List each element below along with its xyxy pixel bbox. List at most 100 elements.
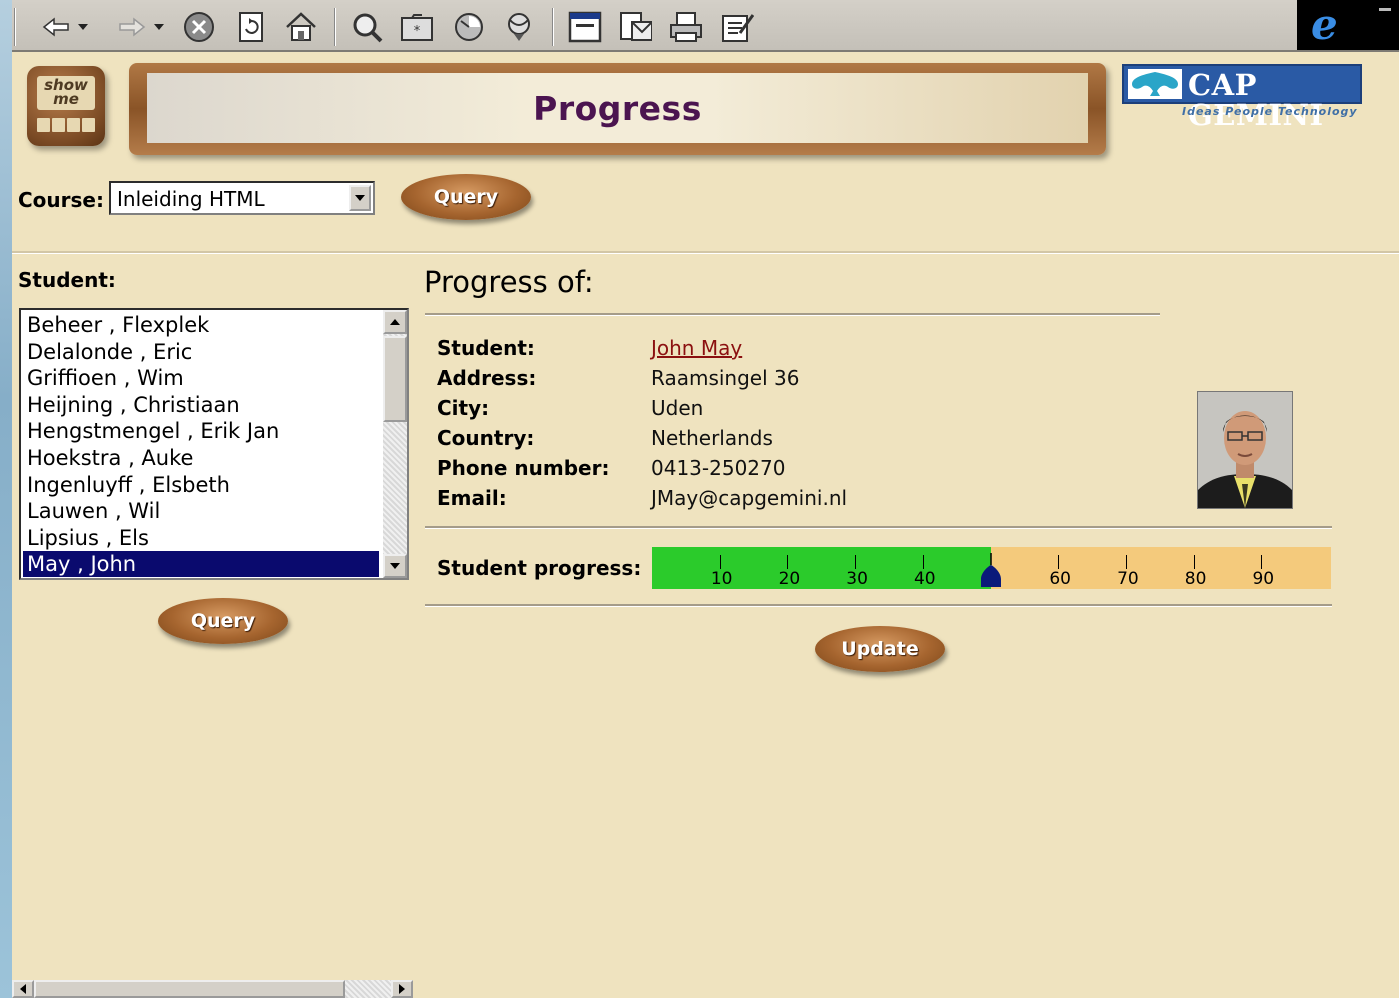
divider <box>425 526 1332 529</box>
course-select-value: Inleiding HTML <box>117 187 265 211</box>
progress-marker-icon[interactable] <box>980 551 1001 587</box>
progress-tick <box>922 555 924 569</box>
update-button[interactable]: Update <box>815 626 945 672</box>
progress-tick-label: 40 <box>913 569 936 589</box>
progress-tick <box>1058 555 1060 569</box>
email-value: JMay@capgemini.nl <box>651 486 848 510</box>
forward-dropdown-icon[interactable] <box>152 10 166 44</box>
country-value: Netherlands <box>651 426 773 450</box>
back-icon[interactable] <box>40 10 74 44</box>
phone-value: 0413-250270 <box>651 456 786 480</box>
list-item[interactable]: Griffioen , Wim <box>23 365 379 391</box>
edit-icon[interactable] <box>720 10 754 44</box>
progress-label: Student progress: <box>437 556 642 580</box>
show-me-label-line2: me <box>53 90 79 108</box>
page-content: show me Progress CAP GEMINI Ideas People… <box>12 52 1399 998</box>
list-item[interactable]: Hoekstra , Auke <box>23 445 379 471</box>
progress-tick-label: 80 <box>1184 569 1207 589</box>
minimize-icon[interactable] <box>1379 8 1391 11</box>
channels-icon[interactable] <box>502 10 536 44</box>
student-listbox[interactable]: Beheer , Flexplek Delalonde , Eric Griffio… <box>19 308 409 580</box>
title-banner: Progress <box>129 63 1106 155</box>
student-query-button[interactable]: Query <box>158 598 288 644</box>
toolbar-separator <box>552 8 554 46</box>
stop-icon[interactable] <box>182 10 216 44</box>
course-label: Course: <box>18 188 104 212</box>
scroll-left-icon[interactable] <box>12 980 34 998</box>
scroll-down-icon[interactable] <box>383 554 407 578</box>
country-field-label: Country: <box>437 426 535 450</box>
divider <box>425 313 1160 316</box>
progress-tick <box>1125 555 1127 569</box>
city-value: Uden <box>651 396 704 420</box>
progress-tick-label: 70 <box>1117 569 1139 589</box>
progress-tick <box>787 555 789 569</box>
student-field-label: Student: <box>437 336 535 360</box>
show-me-button[interactable]: show me <box>27 66 105 146</box>
chevron-down-icon[interactable] <box>349 185 371 211</box>
progress-tick <box>1193 555 1195 569</box>
company-logo: CAP GEMINI Ideas People Technology <box>1122 64 1366 130</box>
toolbar-grip <box>14 8 16 46</box>
list-item[interactable]: May , John <box>23 551 379 578</box>
progress-tick-label: 60 <box>1049 569 1072 589</box>
fullscreen-icon[interactable] <box>568 10 602 44</box>
page-title: Progress <box>533 88 702 128</box>
title-panel: Progress <box>147 73 1088 143</box>
show-me-label: show me <box>37 76 95 110</box>
list-item[interactable]: Lipsius , Els <box>23 525 379 551</box>
horizontal-scrollbar[interactable] <box>12 980 413 998</box>
city-field-label: City: <box>437 396 490 420</box>
list-item[interactable]: Hengstmengel , Erik Jan <box>23 418 379 444</box>
search-icon[interactable] <box>350 10 384 44</box>
progress-tick-label: 20 <box>778 569 801 589</box>
divider <box>425 604 1332 607</box>
course-select[interactable]: Inleiding HTML <box>109 181 375 215</box>
progress-bar: 10 20 30 40 60 70 80 90 <box>652 547 1331 589</box>
desktop-edge <box>0 0 12 998</box>
list-item[interactable]: Beheer , Flexplek <box>23 312 379 338</box>
logo-box: CAP GEMINI <box>1122 64 1362 130</box>
progress-tick <box>855 555 857 569</box>
history-icon[interactable] <box>452 10 486 44</box>
progress-tick-label: 30 <box>846 569 868 589</box>
address-field-label: Address: <box>437 366 537 390</box>
ie-logo-icon: e <box>1311 0 1338 49</box>
toolbar-separator <box>334 8 336 46</box>
divider <box>12 251 1399 254</box>
list-scroll-thumb[interactable] <box>383 336 407 422</box>
show-me-keys-icon <box>37 118 95 132</box>
forward-icon[interactable] <box>114 10 148 44</box>
student-photo <box>1197 391 1293 509</box>
scroll-right-icon[interactable] <box>391 980 413 998</box>
phone-field-label: Phone number: <box>437 456 610 480</box>
email-field-label: Email: <box>437 486 507 510</box>
ie-throbber: e <box>1297 0 1399 50</box>
mail-icon[interactable] <box>618 10 652 44</box>
progress-fill <box>652 547 991 589</box>
course-query-button[interactable]: Query <box>401 174 531 220</box>
list-item[interactable]: Ingenluyff , Elsbeth <box>23 472 379 498</box>
svg-text:*: * <box>414 24 421 39</box>
list-item[interactable]: Lauwen , Wil <box>23 498 379 524</box>
list-item[interactable]: Heijning , Christiaan <box>23 392 379 418</box>
student-name-text[interactable]: John May <box>651 336 742 360</box>
address-value: Raamsingel 36 <box>651 366 800 390</box>
progress-tick <box>719 555 721 569</box>
progress-tick-label: 10 <box>710 569 733 589</box>
refresh-icon[interactable] <box>234 10 268 44</box>
back-dropdown-icon[interactable] <box>76 10 90 44</box>
progress-heading: Progress of: <box>424 265 594 299</box>
logo-tagline: Ideas People Technology <box>1182 105 1358 118</box>
home-icon[interactable] <box>284 10 318 44</box>
student-name-link[interactable]: John May <box>651 336 742 360</box>
list-item[interactable]: Delalonde , Eric <box>23 339 379 365</box>
print-icon[interactable] <box>668 10 702 44</box>
browser-toolbar: * e <box>12 0 1399 52</box>
favorites-icon[interactable]: * <box>400 10 434 44</box>
scroll-up-icon[interactable] <box>383 310 407 334</box>
list-scrollbar[interactable] <box>383 310 407 578</box>
logo-name: CAP GEMINI <box>1188 68 1324 132</box>
spade-icon <box>1128 69 1182 99</box>
horizontal-scroll-thumb[interactable] <box>34 980 345 998</box>
